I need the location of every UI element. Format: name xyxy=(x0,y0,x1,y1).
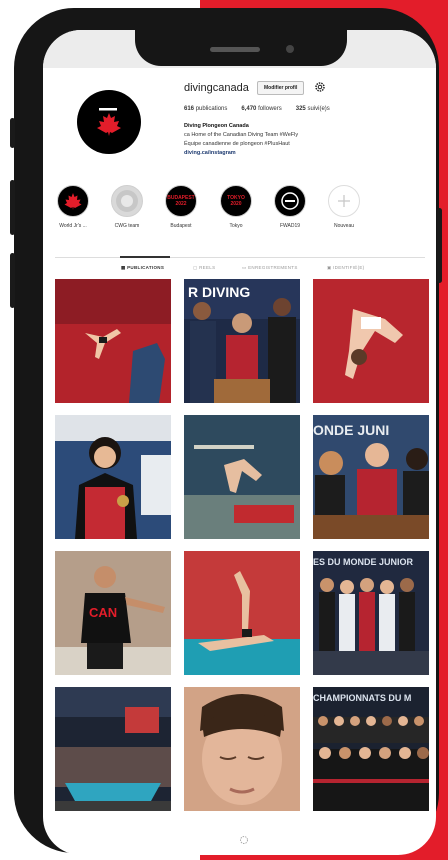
post-image: ONDE JUNI xyxy=(313,415,429,539)
tab-tagged[interactable]: ▣ IDENTIFIÉ(E) xyxy=(327,265,364,271)
post-diver-platform[interactable] xyxy=(55,279,171,403)
highlight-label: World Jr's ... xyxy=(59,223,87,229)
followers-count: 6,470 xyxy=(241,106,257,112)
phone-frame: divingcanada Modifier profil 616 publica… xyxy=(10,8,442,855)
tab-reels[interactable]: ▢ REELS xyxy=(193,265,215,271)
highlight-label: Nouveau xyxy=(333,223,354,229)
svg-text:ES DU MONDE JUNIOR: ES DU MONDE JUNIOR xyxy=(313,557,414,567)
edit-profile-button[interactable]: Modifier profil xyxy=(257,81,305,95)
tab-label: ENREGISTREMENTS xyxy=(248,265,298,270)
post-image xyxy=(55,415,171,539)
tabs-divider xyxy=(55,257,425,258)
post-can-shirt[interactable]: CAN xyxy=(55,551,171,675)
tab-label: REELS xyxy=(199,265,216,270)
post-diver-pike[interactable] xyxy=(313,279,429,403)
post-diver-springboard[interactable] xyxy=(184,415,300,539)
post-medal-trio[interactable]: R DIVING xyxy=(184,279,300,403)
post-image: CHAMPIONNATS DU M xyxy=(313,687,429,811)
tab-label: PUBLICATIONS xyxy=(127,265,165,270)
highlight-label: Tokyo xyxy=(229,223,243,229)
followers-stat[interactable]: 6,470 followers xyxy=(241,106,281,112)
diving-canada-logo-icon xyxy=(97,108,121,136)
fina-logo-icon xyxy=(281,192,299,210)
highlight-tokyo[interactable]: TOKYO 2020 Tokyo xyxy=(211,185,261,229)
svg-text:R DIVING: R DIVING xyxy=(188,284,250,300)
bookmark-icon: ▭ xyxy=(242,265,247,270)
post-image xyxy=(184,551,300,675)
highlight-cover: TOKYO 2020 xyxy=(220,185,252,217)
power-button xyxy=(437,208,442,283)
post-image xyxy=(184,687,300,811)
profile-bio: Diving Plongeon Canada ca Home of the Ca… xyxy=(184,122,298,158)
posts-count: 616 xyxy=(184,106,195,112)
posts-label: publications xyxy=(195,106,228,112)
photo-icon xyxy=(116,190,138,212)
profile-username: divingcanada xyxy=(184,82,249,94)
post-girl-medal[interactable] xyxy=(55,415,171,539)
post-team-group[interactable]: ES DU MONDE JUNIOR xyxy=(313,551,429,675)
speaker-grille xyxy=(210,47,260,52)
bio-line-2: Équipe canadienne de plongeon #PlusHaut xyxy=(184,141,290,147)
volume-down-button xyxy=(10,253,15,308)
loading-spinner-icon xyxy=(240,836,248,844)
post-girls-podium[interactable]: ONDE JUNI xyxy=(313,415,429,539)
highlight-cover xyxy=(57,185,89,217)
tab-publications[interactable]: ▦ PUBLICATIONS xyxy=(121,265,164,271)
phone-screen: divingcanada Modifier profil 616 publica… xyxy=(43,30,436,855)
post-image xyxy=(313,279,429,403)
phone-notch xyxy=(135,30,347,66)
highlight-new[interactable]: Nouveau xyxy=(319,185,369,229)
following-label: suivi(e)s xyxy=(307,106,330,112)
highlight-cover xyxy=(274,185,306,217)
post-portrait[interactable] xyxy=(184,687,300,811)
highlight-cwg-team[interactable]: CWG team xyxy=(102,185,152,229)
highlight-label: FWAD19 xyxy=(279,223,301,229)
tab-label: IDENTIFIÉ(E) xyxy=(333,265,365,270)
maple-leaf-icon xyxy=(64,193,82,210)
post-image xyxy=(55,687,171,811)
posts-stat[interactable]: 616 publications xyxy=(184,106,227,112)
highlight-fwad19[interactable]: FWAD19 xyxy=(265,185,315,229)
volume-up-button xyxy=(10,180,15,235)
highlight-budapest[interactable]: BUDAPEST 2022 Budapest xyxy=(156,185,206,229)
following-stat[interactable]: 325 suivi(e)s xyxy=(296,106,330,112)
active-tab-indicator xyxy=(120,256,170,258)
tab-saved[interactable]: ▭ ENREGISTREMENTS xyxy=(242,265,298,271)
profile-avatar[interactable] xyxy=(77,90,141,154)
post-image xyxy=(55,279,171,403)
profile-stats: 616 publications 6,470 followers 325 sui… xyxy=(184,106,330,112)
post-diver-pool[interactable] xyxy=(184,551,300,675)
highlight-world-jrs[interactable]: World Jr's ... xyxy=(48,185,98,229)
gear-icon[interactable] xyxy=(314,81,326,93)
post-image xyxy=(184,415,300,539)
post-team-photo[interactable]: CHAMPIONNATS DU M xyxy=(313,687,429,811)
bio-link[interactable]: diving.ca/instagram xyxy=(184,149,298,158)
svg-text:ONDE JUNI: ONDE JUNI xyxy=(313,422,389,438)
grid-icon: ▦ xyxy=(121,265,126,270)
svg-text:CAN: CAN xyxy=(89,605,117,620)
tag-icon: ▣ xyxy=(327,265,332,270)
post-image: CAN xyxy=(55,551,171,675)
post-aquatic-centre[interactable] xyxy=(55,687,171,811)
highlight-cover: BUDAPEST 2022 xyxy=(165,185,197,217)
highlight-cover xyxy=(328,185,360,217)
front-camera xyxy=(286,45,294,53)
story-highlights: World Jr's ... CWG team BUDAPEST 2022 Bu… xyxy=(43,185,436,245)
highlight-cover xyxy=(111,185,143,217)
reels-icon: ▢ xyxy=(193,265,198,270)
highlight-label: Budapest xyxy=(170,223,192,229)
following-count: 325 xyxy=(295,106,306,112)
bio-line-1: ca Home of the Canadian Diving Team #WeF… xyxy=(184,132,299,138)
bio-line-2-row: Équipe canadienne de plongeon #PlusHaut xyxy=(184,140,298,149)
highlight-label: CWG team xyxy=(114,223,140,229)
followers-label: followers xyxy=(258,106,282,112)
post-image: ES DU MONDE JUNIOR xyxy=(313,551,429,675)
post-image: R DIVING xyxy=(184,279,300,403)
plus-icon xyxy=(338,195,350,207)
mute-switch xyxy=(10,118,15,148)
svg-text:CHAMPIONNATS DU M: CHAMPIONNATS DU M xyxy=(313,693,411,703)
bio-name: Diving Plongeon Canada xyxy=(184,123,249,129)
